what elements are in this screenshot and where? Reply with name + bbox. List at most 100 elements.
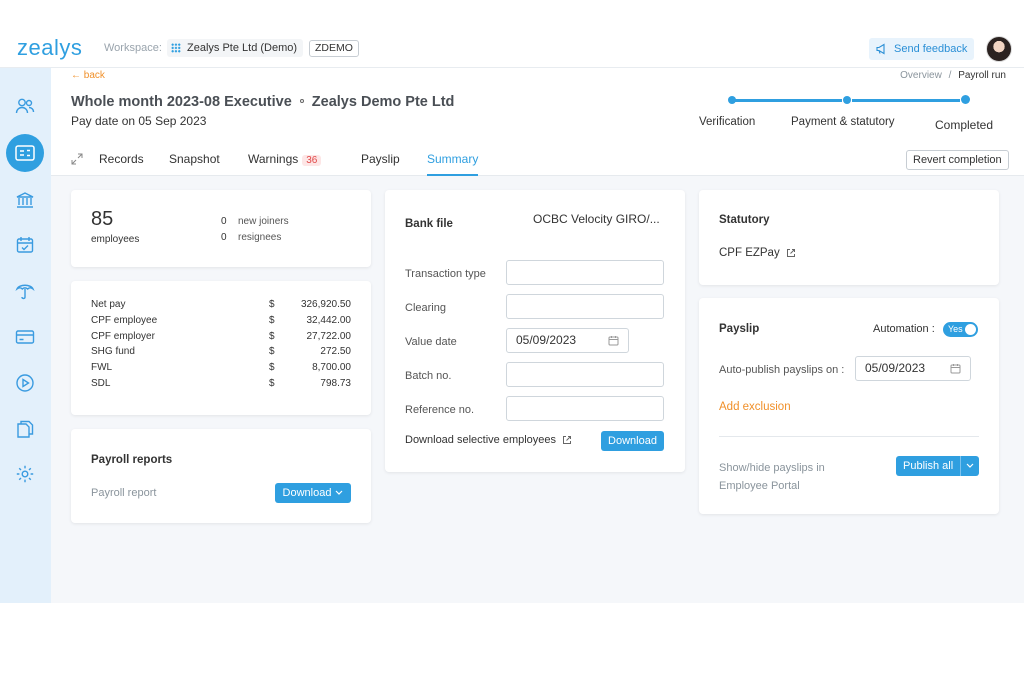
total-value: 27,722.00 [306, 330, 352, 342]
auto-publish-date-input[interactable]: 05/09/2023 [855, 356, 971, 381]
warnings-count-badge: 36 [302, 155, 322, 166]
clearing-input[interactable] [506, 294, 664, 319]
total-currency: $ [269, 314, 275, 326]
tab-warnings[interactable]: Warnings 36 [248, 152, 322, 176]
play-circle-icon[interactable] [13, 371, 37, 395]
back-link[interactable]: ← back [71, 70, 105, 81]
workspace-name: Zealys Pte Ltd (Demo) [187, 42, 298, 54]
user-avatar[interactable] [986, 36, 1012, 62]
show-hide-payslips-text: Show/hide payslips in Employee Portal [719, 459, 825, 495]
payslip-card: Payslip Automation : Yes Auto-publish pa… [699, 298, 999, 514]
external-link-icon [563, 436, 572, 444]
show-hide-line-2: Employee Portal [719, 480, 800, 492]
step-payment-statutory[interactable]: Payment & statutory [791, 116, 895, 128]
clearing-label: Clearing [405, 302, 446, 314]
total-label: FWL [91, 362, 113, 374]
workspace-selector[interactable]: Zealys Pte Ltd (Demo) [167, 39, 304, 57]
chevron-down-icon[interactable] [966, 463, 974, 469]
people-icon[interactable] [13, 94, 37, 118]
totals-card: Net pay $326,920.50 CPF employee $32,442.00… [71, 281, 371, 415]
send-feedback-button[interactable]: Send feedback [869, 38, 975, 60]
button-divider [960, 456, 961, 476]
automation-toggle[interactable]: Yes [943, 322, 978, 337]
reference-no-input[interactable] [506, 396, 664, 421]
total-label: CPF employer [91, 330, 155, 342]
tab-summary[interactable]: Summary [427, 152, 479, 176]
total-currency: $ [269, 362, 275, 374]
publish-all-button[interactable]: Publish all [896, 456, 979, 476]
total-label: SDL [91, 378, 111, 389]
pay-date: Pay date on 05 Sep 2023 [71, 114, 207, 128]
total-value: 272.50 [320, 346, 351, 358]
total-currency: $ [269, 378, 275, 389]
back-label: back [83, 70, 105, 81]
app-logo[interactable]: zealys [17, 35, 82, 61]
new-joiners-count: 0 [221, 216, 227, 227]
total-value: 326,920.50 [300, 299, 351, 310]
batch-no-input[interactable] [506, 362, 664, 387]
payroll-icon[interactable] [6, 134, 44, 172]
bank-icon[interactable] [13, 188, 37, 212]
workspace-label: Workspace: [104, 42, 162, 54]
sidebar [0, 68, 51, 603]
statutory-card: Statutory CPF EZPay [699, 190, 999, 285]
tab-payslip[interactable]: Payslip [361, 152, 400, 176]
total-value: 32,442.00 [306, 314, 352, 326]
cpf-ezpay-label: CPF EZPay [719, 247, 780, 259]
breadcrumb-current: Payroll run [958, 70, 1006, 81]
step-verification[interactable]: Verification [699, 116, 755, 128]
resignees-label: resignees [238, 232, 282, 243]
download-label: Download [282, 487, 332, 499]
step-completed[interactable]: Completed [935, 118, 993, 132]
step-connector [852, 99, 960, 102]
auto-publish-date-value: 05/09/2023 [865, 361, 926, 375]
page-header: ← back Overview / Payroll run Whole mont… [51, 68, 1024, 176]
cpf-ezpay-link[interactable]: CPF EZPay [719, 247, 796, 259]
calendar-icon [950, 364, 961, 374]
employee-count-label: employees [91, 234, 140, 245]
calendar-check-icon[interactable] [13, 233, 37, 257]
bank-file-download-button[interactable]: Download [601, 431, 664, 451]
total-label: CPF employee [91, 314, 158, 326]
page-title: Whole month 2023-08 Executive Zealys Demo… [71, 94, 454, 110]
divider [719, 436, 979, 437]
breadcrumb: Overview / Payroll run [900, 70, 1006, 81]
show-hide-line-1: Show/hide payslips in [719, 462, 825, 474]
tab-snapshot[interactable]: Snapshot [169, 152, 220, 176]
value-date-input[interactable]: 05/09/2023 [506, 328, 629, 353]
step-dot-verification [728, 96, 736, 104]
beach-umbrella-icon[interactable] [13, 279, 37, 303]
total-value: 798.73 [320, 378, 351, 389]
separator-dot-icon [299, 99, 304, 104]
revert-completion-button[interactable]: Revert completion [906, 150, 1009, 170]
employee-count: 85 [91, 208, 114, 230]
add-exclusion-link[interactable]: Add exclusion [719, 401, 791, 413]
download-selective-link[interactable]: Download selective employees [405, 434, 572, 446]
credit-card-icon[interactable] [13, 325, 37, 349]
tab-records[interactable]: Records [99, 152, 144, 176]
payslip-title: Payslip [719, 323, 760, 335]
arrow-left-icon: ← [71, 70, 81, 81]
publish-all-label: Publish all [903, 460, 954, 472]
employees-card: 85 employees 0 new joiners 0 resignees [71, 190, 371, 267]
workspace-code-badge: ZDEMO [309, 40, 359, 57]
external-link-icon [786, 249, 795, 257]
bank-select[interactable]: OCBC Velocity GIRO/... [533, 212, 660, 226]
breadcrumb-overview[interactable]: Overview [900, 70, 942, 81]
bank-file-title: Bank file [405, 218, 453, 230]
payroll-report-label: Payroll report [91, 487, 157, 499]
gear-icon[interactable] [13, 462, 37, 486]
building-icon [171, 43, 181, 53]
new-joiners-label: new joiners [238, 216, 289, 227]
transaction-type-label: Transaction type [405, 268, 486, 280]
bank-file-card: Bank file OCBC Velocity GIRO/... Transac… [385, 190, 685, 472]
chevron-down-icon [336, 490, 343, 495]
breadcrumb-separator: / [948, 70, 952, 81]
reference-no-label: Reference no. [405, 404, 475, 416]
send-feedback-label: Send feedback [894, 43, 968, 55]
total-value: 8,700.00 [312, 362, 351, 374]
documents-icon[interactable] [13, 417, 37, 441]
transaction-type-input[interactable] [506, 260, 664, 285]
expand-icon[interactable] [71, 153, 83, 177]
payroll-report-download-button[interactable]: Download [275, 483, 351, 503]
